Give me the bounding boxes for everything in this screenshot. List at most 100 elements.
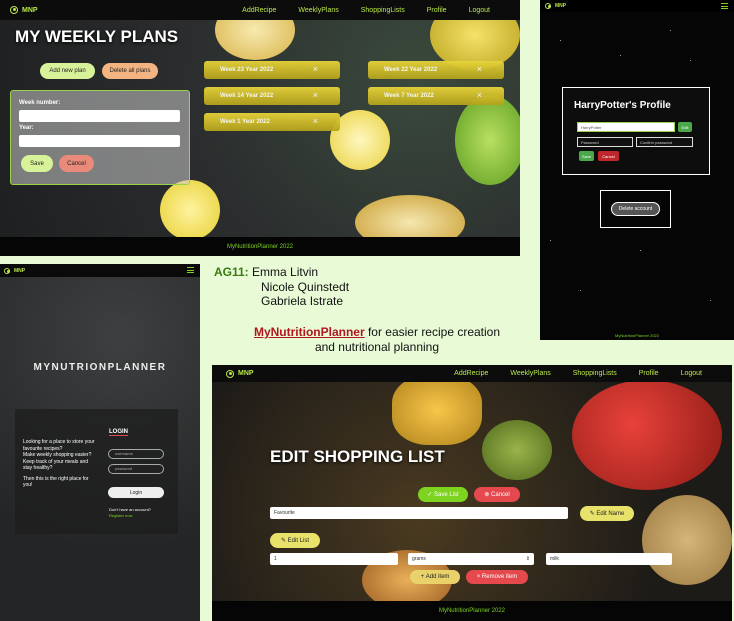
week-card[interactable]: Week 23 Year 2022 ×: [204, 61, 340, 79]
cancel-list-button[interactable]: ⊗ Cancel: [474, 487, 520, 502]
password-field[interactable]: Password: [577, 137, 633, 147]
login-panel: Looking for a place to store your favour…: [15, 409, 178, 534]
new-plan-form: Week number: Year: Save Cancel: [10, 90, 190, 185]
unit-select-value: grams: [412, 556, 426, 562]
edit-list-button[interactable]: ✎ Edit List: [270, 533, 320, 548]
delete-all-button[interactable]: Delete all plans: [102, 63, 158, 79]
close-icon[interactable]: ×: [313, 116, 318, 126]
nav-profile[interactable]: Profile: [639, 370, 659, 377]
week-card[interactable]: Week 7 Year 2022 ×: [368, 87, 504, 105]
close-icon[interactable]: ×: [477, 90, 482, 100]
login-screenshot: MNP MYNUTRIONPLANNER Looking for a place…: [0, 264, 200, 621]
save-list-button[interactable]: ✓ Save List: [418, 487, 468, 502]
close-icon[interactable]: ×: [477, 64, 482, 74]
nav-logout[interactable]: Logout: [681, 370, 702, 377]
week-card-label: Week 7 Year 2022: [384, 93, 434, 99]
week-card[interactable]: Week 14 Year 2022 ×: [204, 87, 340, 105]
logo-icon: [226, 369, 234, 378]
cancel-plan-button[interactable]: Cancel: [59, 155, 94, 172]
page-title: EDIT SHOPPING LIST: [270, 447, 445, 466]
button-label: Cancel: [491, 491, 510, 498]
intro-line: Then this is the right place for you!: [23, 475, 89, 489]
group-label: AG11:: [214, 265, 249, 279]
app-title: MYNUTRIONPLANNER: [33, 362, 167, 373]
brand-logo[interactable]: MNP: [10, 6, 38, 14]
save-profile-button[interactable]: Save: [579, 151, 594, 161]
register-link[interactable]: Register now: [109, 513, 132, 518]
brand-text: MNP: [14, 267, 26, 274]
button-label: Edit Name: [596, 510, 625, 517]
intro-line: Keep track of your meals and stay health…: [23, 458, 89, 472]
delete-account-frame: Delete account: [600, 190, 671, 228]
item-input[interactable]: milk: [546, 553, 672, 565]
top-nav: MNP: [540, 0, 734, 12]
brand-text: MNP: [22, 6, 38, 14]
brand-logo[interactable]: MNP: [4, 267, 26, 274]
login-button[interactable]: Login: [108, 487, 164, 498]
menu-icon[interactable]: [721, 3, 728, 9]
unit-select[interactable]: grams ⇕: [408, 553, 534, 565]
week-input[interactable]: [19, 110, 180, 122]
username-field[interactable]: HarryPotter: [577, 122, 675, 132]
nav-links: AddRecipe WeeklyPlans ShoppingLists Prof…: [454, 370, 702, 377]
week-card-label: Week 22 Year 2022: [384, 67, 438, 73]
menu-icon[interactable]: [187, 267, 194, 273]
year-input[interactable]: [19, 135, 180, 147]
week-card-label: Week 14 Year 2022: [220, 93, 274, 99]
nav-logout[interactable]: Logout: [469, 7, 490, 14]
pencil-icon: ✎: [589, 511, 597, 517]
nav-weekly-plans[interactable]: WeeklyPlans: [298, 7, 338, 14]
nav-weekly-plans[interactable]: WeeklyPlans: [510, 370, 550, 377]
week-card[interactable]: Week 22 Year 2022 ×: [368, 61, 504, 79]
brand-text: MNP: [555, 3, 567, 9]
profile-title: HarryPotter's Profile: [574, 100, 671, 111]
top-nav: MNP: [0, 264, 200, 277]
year-label: Year:: [19, 125, 34, 131]
week-label: Week number:: [19, 100, 61, 106]
button-label: Add item: [425, 574, 450, 580]
cancel-icon: ⊗: [484, 492, 491, 498]
logo-icon: [545, 3, 551, 9]
add-plan-button[interactable]: Add new plan: [40, 63, 95, 79]
intro-line: Looking for a place to store your favour…: [23, 439, 95, 452]
footer: MyNutritionPlanner 2022: [212, 601, 732, 621]
grains-decoration: [642, 495, 732, 585]
weekly-plans-screenshot: MNP AddRecipe WeeklyPlans ShoppingLists …: [0, 0, 520, 256]
cancel-profile-button[interactable]: Cancel: [598, 151, 619, 161]
intro-text: Looking for a place to store your favour…: [23, 439, 95, 489]
project-tagline: MyNutritionPlanner for easier recipe cre…: [222, 325, 532, 354]
page-title: MY WEEKLY PLANS: [15, 27, 179, 46]
profile-screenshot: MNP HarryPotter's Profile HarryPotter Ed…: [540, 0, 734, 340]
add-item-button[interactable]: + Add item: [410, 570, 460, 584]
close-icon[interactable]: ×: [313, 90, 318, 100]
nav-profile[interactable]: Profile: [427, 7, 447, 14]
brand-logo[interactable]: MNP: [226, 369, 254, 378]
password-input[interactable]: password: [108, 464, 164, 474]
nav-add-recipe[interactable]: AddRecipe: [242, 7, 276, 14]
profile-card: HarryPotter's Profile HarryPotter Edit P…: [562, 87, 710, 175]
green-apple-decoration: [455, 95, 520, 185]
week-card[interactable]: Week 1 Year 2022 ×: [204, 113, 340, 131]
week-card-label: Week 1 Year 2022: [220, 119, 270, 125]
save-plan-button[interactable]: Save: [21, 155, 53, 172]
nav-shopping-lists[interactable]: ShoppingLists: [573, 370, 617, 377]
project-link[interactable]: MyNutritionPlanner: [254, 325, 365, 339]
remove-item-button[interactable]: × Remove item: [466, 570, 528, 584]
tagline-text: and nutritional planning: [314, 339, 440, 354]
edit-username-button[interactable]: Edit: [678, 122, 692, 132]
nav-shopping-lists[interactable]: ShoppingLists: [361, 7, 405, 14]
nav-links: AddRecipe WeeklyPlans ShoppingLists Prof…: [242, 7, 490, 14]
tagline-text: for easier recipe creation: [364, 325, 501, 339]
edit-name-button[interactable]: ✎ Edit Name: [580, 506, 634, 521]
nav-add-recipe[interactable]: AddRecipe: [454, 370, 488, 377]
button-label: Remove item: [481, 574, 518, 580]
confirm-password-field[interactable]: Confirm password: [636, 137, 693, 147]
shopping-list-screenshot: MNP AddRecipe WeeklyPlans ShoppingLists …: [212, 365, 732, 621]
brand-logo[interactable]: MNP: [545, 3, 566, 9]
delete-account-button[interactable]: Delete account: [611, 202, 660, 216]
list-name-input[interactable]: Favourite: [270, 507, 568, 519]
quantity-input[interactable]: 1: [270, 553, 398, 565]
no-account-text: Don't have an account?: [109, 507, 151, 512]
close-icon[interactable]: ×: [313, 64, 318, 74]
username-input[interactable]: username: [108, 449, 164, 459]
